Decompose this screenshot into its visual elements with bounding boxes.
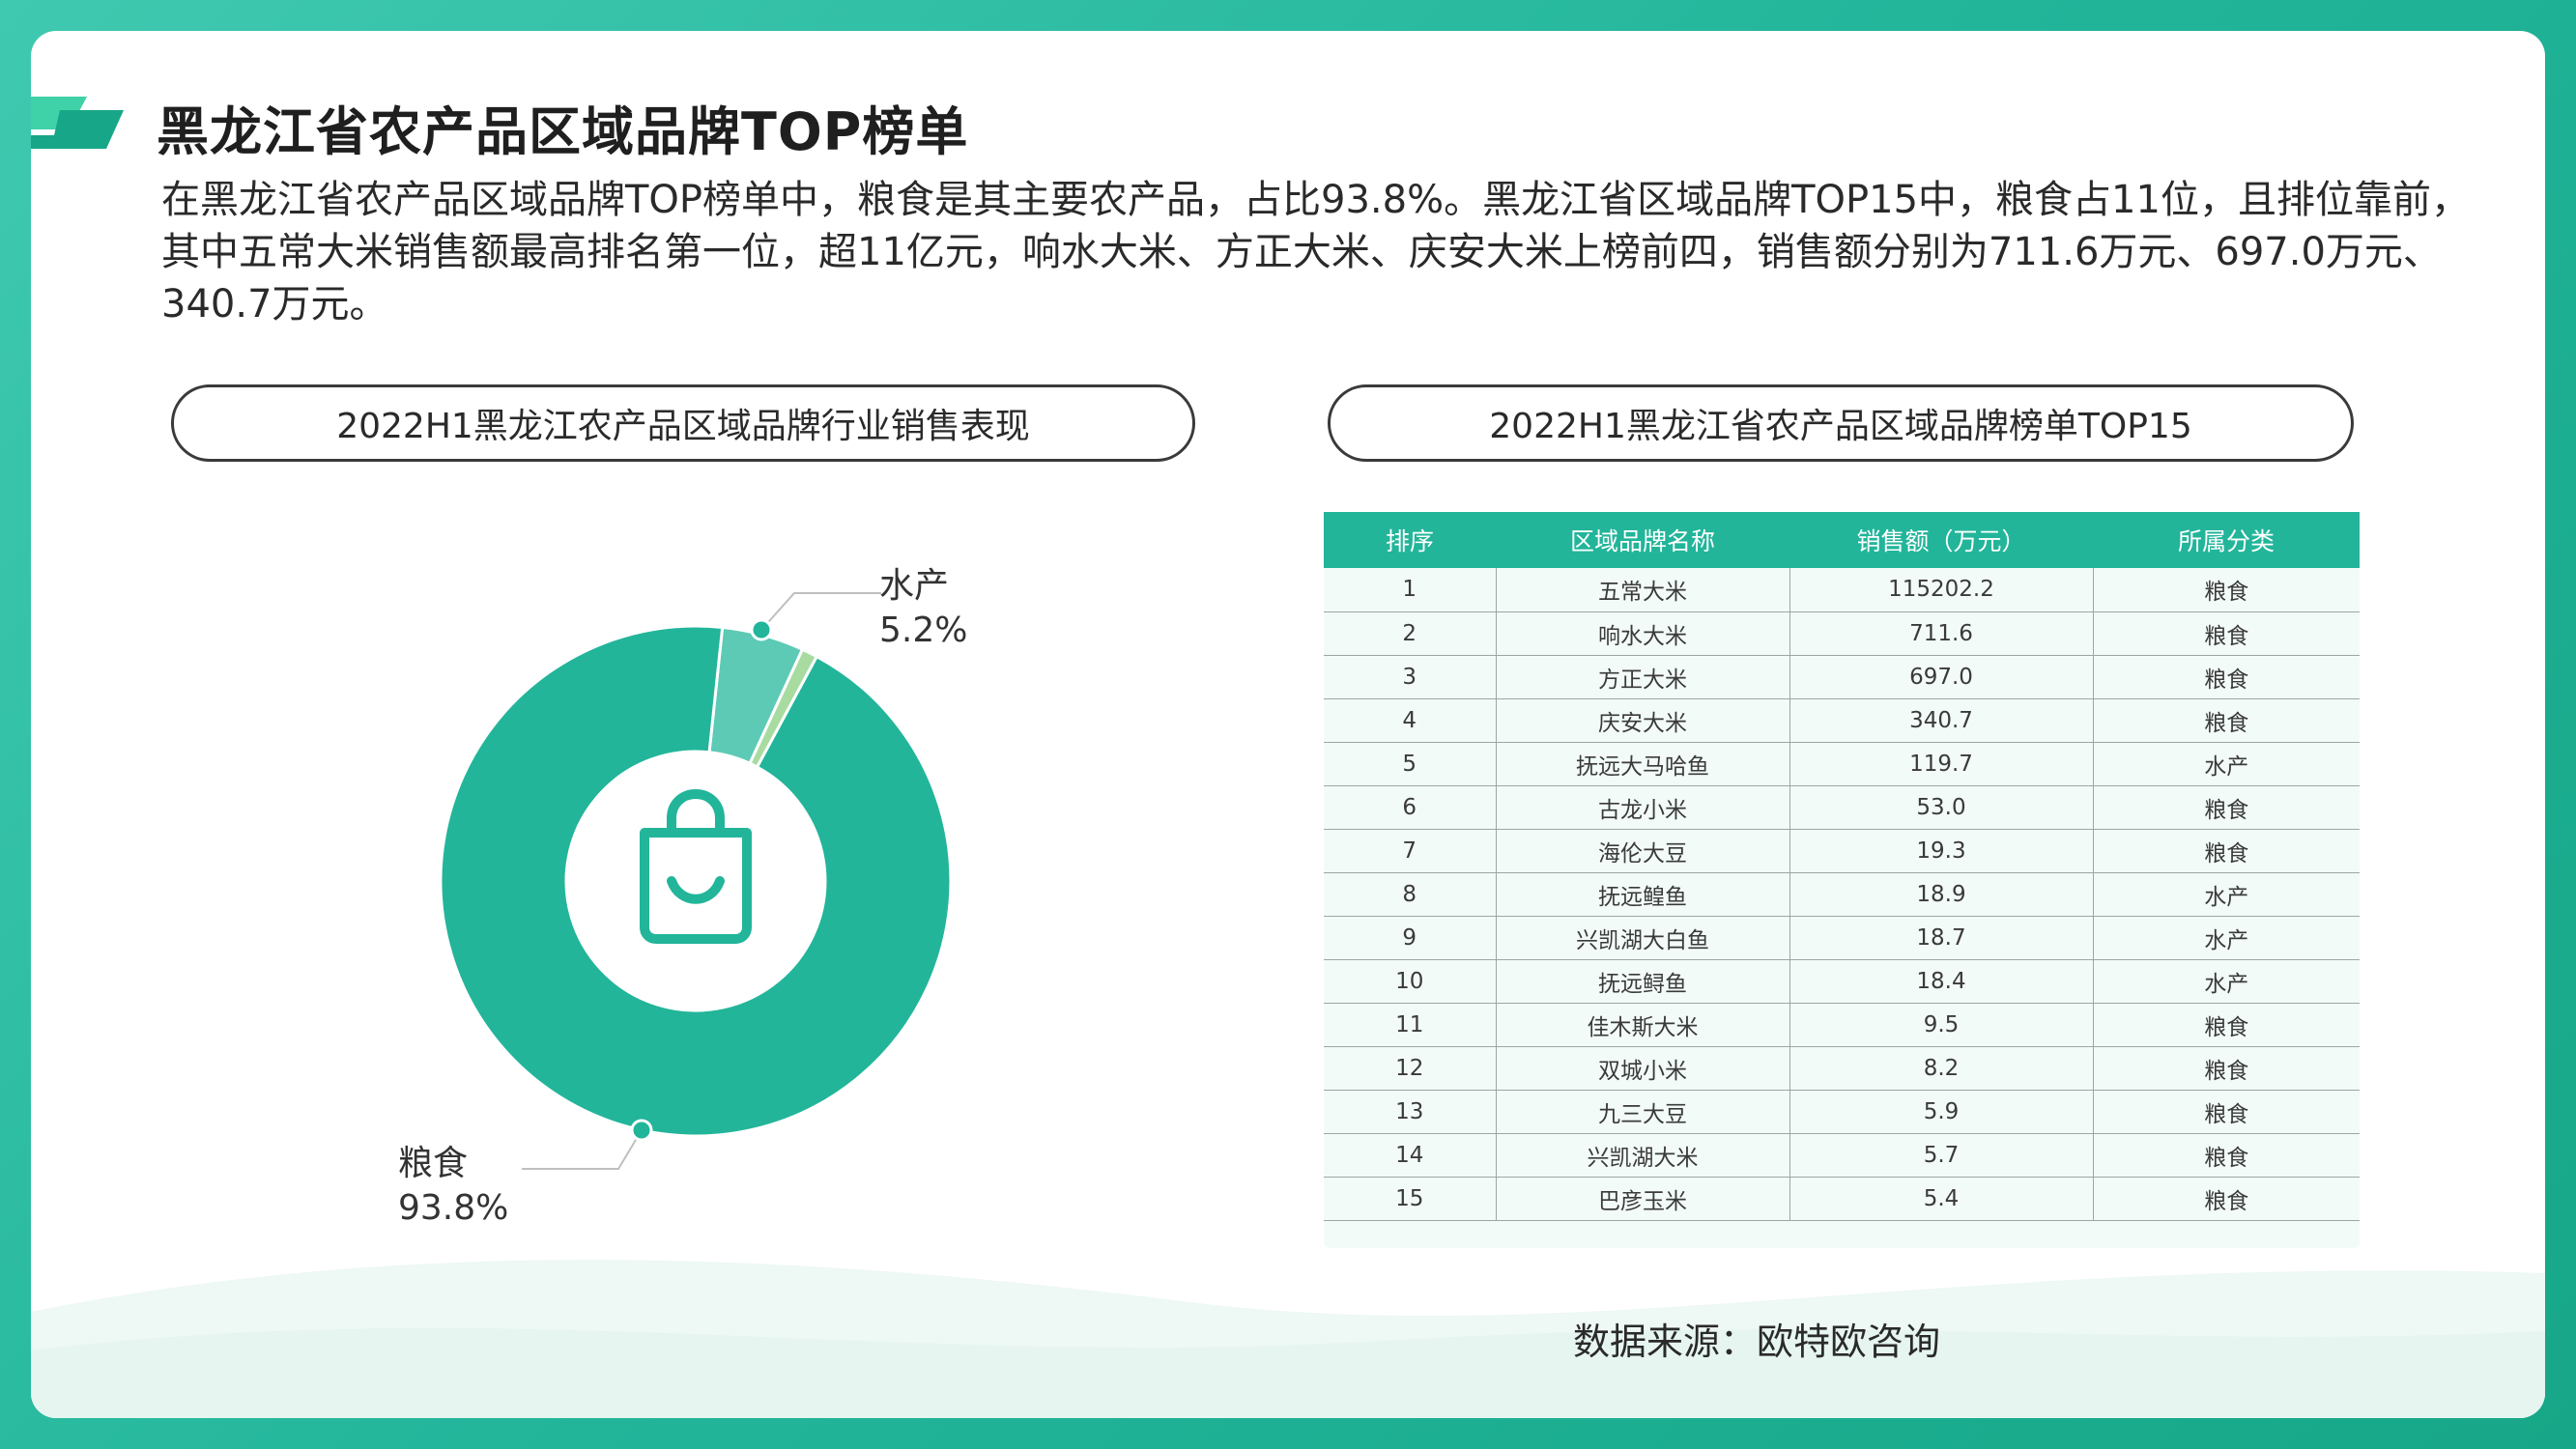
cell-sales: 18.7 — [1789, 916, 2094, 960]
cell-rank: 10 — [1324, 959, 1497, 1004]
table-header-row: 排序 区域品牌名称 销售额（万元） 所属分类 — [1324, 512, 2360, 568]
table-row: 14 兴凯湖大米 5.7 粮食 — [1324, 1133, 2360, 1178]
table-row: 12 双城小米 8.2 粮食 — [1324, 1046, 2360, 1091]
label-line-aquatic — [760, 592, 881, 631]
cell-brand: 方正大米 — [1496, 655, 1790, 699]
slice-label-aquatic: 水产 5.2% — [879, 564, 967, 653]
cell-rank: 7 — [1324, 829, 1497, 873]
cell-category: 水产 — [2093, 872, 2360, 917]
cell-rank: 1 — [1324, 568, 1497, 612]
cell-category: 粮食 — [2093, 1177, 2360, 1221]
cell-category: 粮食 — [2093, 1133, 2360, 1178]
cell-sales: 5.7 — [1789, 1133, 2094, 1178]
cell-rank: 9 — [1324, 916, 1497, 960]
table-row: 3 方正大米 697.0 粮食 — [1324, 655, 2360, 699]
cell-rank: 4 — [1324, 698, 1497, 743]
cell-sales: 697.0 — [1789, 655, 2094, 699]
table-row: 1 五常大米 115202.2 粮食 — [1324, 568, 2360, 612]
cell-category: 水产 — [2093, 742, 2360, 786]
table-row: 4 庆安大米 340.7 粮食 — [1324, 698, 2360, 743]
cell-sales: 119.7 — [1789, 742, 2094, 786]
cell-sales: 5.4 — [1789, 1177, 2094, 1221]
cell-category: 粮食 — [2093, 568, 2360, 612]
cell-brand: 巴彦玉米 — [1496, 1177, 1790, 1221]
cell-category: 粮食 — [2093, 1003, 2360, 1047]
table-row: 7 海伦大豆 19.3 粮食 — [1324, 829, 2360, 873]
cell-rank: 3 — [1324, 655, 1497, 699]
col-header-sales: 销售额（万元） — [1789, 512, 2093, 568]
col-header-brand: 区域品牌名称 — [1496, 512, 1789, 568]
table-row: 6 古龙小米 53.0 粮食 — [1324, 785, 2360, 830]
cell-rank: 6 — [1324, 785, 1497, 830]
cell-sales: 53.0 — [1789, 785, 2094, 830]
cell-category: 粮食 — [2093, 611, 2360, 656]
slice-value-grain: 93.8% — [398, 1188, 509, 1228]
cell-brand: 响水大米 — [1496, 611, 1790, 656]
cell-brand: 双城小米 — [1496, 1046, 1790, 1091]
cell-category: 粮食 — [2093, 698, 2360, 743]
col-header-category: 所属分类 — [2093, 512, 2360, 568]
cell-category: 粮食 — [2093, 1046, 2360, 1091]
slice-value-aquatic: 5.2% — [879, 611, 968, 650]
cell-brand: 抚远鳇鱼 — [1496, 872, 1790, 917]
cell-rank: 11 — [1324, 1003, 1497, 1047]
cell-sales: 18.4 — [1789, 959, 2094, 1004]
data-source: 数据来源：欧特欧咨询 — [1573, 1321, 1941, 1363]
table-row: 15 巴彦玉米 5.4 粮食 — [1324, 1177, 2360, 1221]
slice-name-aquatic: 水产 — [879, 566, 950, 606]
cell-sales: 711.6 — [1789, 611, 2094, 656]
table-row: 10 抚远鲟鱼 18.4 水产 — [1324, 959, 2360, 1004]
cell-brand: 海伦大豆 — [1496, 829, 1790, 873]
cell-category: 粮食 — [2093, 829, 2360, 873]
cell-rank: 12 — [1324, 1046, 1497, 1091]
top15-table: 排序 区域品牌名称 销售额（万元） 所属分类 1 五常大米 115202.2 粮食 2 响… — [1324, 512, 2360, 1221]
table-row: 5 抚远大马哈鱼 119.7 水产 — [1324, 742, 2360, 786]
cell-sales: 18.9 — [1789, 872, 2094, 917]
slice-label-grain: 粮食 93.8% — [398, 1142, 508, 1231]
table-row: 2 响水大米 711.6 粮食 — [1324, 611, 2360, 656]
slice-name-grain: 粮食 — [398, 1144, 469, 1183]
content-card: 黑龙江省农产品区域品牌TOP榜单 在黑龙江省农产品区域品牌TOP榜单中，粮食是其… — [31, 31, 2545, 1418]
cell-brand: 佳木斯大米 — [1496, 1003, 1790, 1047]
cell-brand: 兴凯湖大白鱼 — [1496, 916, 1790, 960]
cell-brand: 庆安大米 — [1496, 698, 1790, 743]
cell-sales: 9.5 — [1789, 1003, 2094, 1047]
cell-rank: 8 — [1324, 872, 1497, 917]
label-dot-aquatic — [750, 618, 773, 641]
cell-brand: 五常大米 — [1496, 568, 1790, 612]
cell-brand: 兴凯湖大米 — [1496, 1133, 1790, 1178]
cell-rank: 15 — [1324, 1177, 1497, 1221]
table-row: 13 九三大豆 5.9 粮食 — [1324, 1090, 2360, 1134]
label-dot-grain — [630, 1119, 653, 1142]
table-row: 11 佳木斯大米 9.5 粮食 — [1324, 1003, 2360, 1047]
cell-sales: 19.3 — [1789, 829, 2094, 873]
cell-sales: 5.9 — [1789, 1090, 2094, 1134]
cell-rank: 14 — [1324, 1133, 1497, 1178]
cell-brand: 九三大豆 — [1496, 1090, 1790, 1134]
col-header-rank: 排序 — [1324, 512, 1496, 568]
label-line-grain — [522, 1129, 643, 1170]
cell-rank: 2 — [1324, 611, 1497, 656]
cell-category: 粮食 — [2093, 785, 2360, 830]
cell-brand: 古龙小米 — [1496, 785, 1790, 830]
cell-brand: 抚远大马哈鱼 — [1496, 742, 1790, 786]
cell-rank: 13 — [1324, 1090, 1497, 1134]
cell-brand: 抚远鲟鱼 — [1496, 959, 1790, 1004]
cell-category: 粮食 — [2093, 655, 2360, 699]
cell-category: 粮食 — [2093, 1090, 2360, 1134]
cell-category: 水产 — [2093, 959, 2360, 1004]
cell-category: 水产 — [2093, 916, 2360, 960]
cell-rank: 5 — [1324, 742, 1497, 786]
top15-table-container: 排序 区域品牌名称 销售额（万元） 所属分类 1 五常大米 115202.2 粮食 2 响… — [1324, 512, 2360, 1248]
table-row: 9 兴凯湖大白鱼 18.7 水产 — [1324, 916, 2360, 960]
cell-sales: 115202.2 — [1789, 568, 2094, 612]
cell-sales: 340.7 — [1789, 698, 2094, 743]
cell-sales: 8.2 — [1789, 1046, 2094, 1091]
table-row: 8 抚远鳇鱼 18.9 水产 — [1324, 872, 2360, 917]
